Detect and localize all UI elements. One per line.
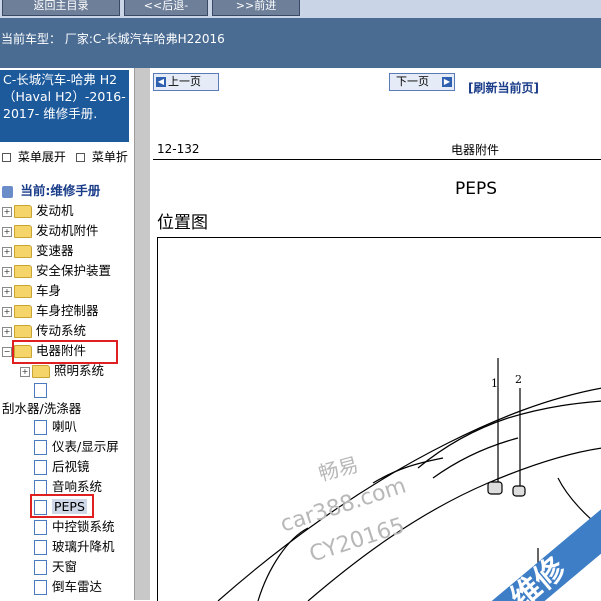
tree-item-mirror[interactable]: 后视镜 (34, 458, 90, 476)
document-title: PEPS (455, 179, 498, 199)
sunroof-outline (417, 400, 601, 469)
folder-icon (14, 205, 32, 218)
folder-icon (14, 285, 32, 298)
page-icon (34, 440, 47, 455)
menu-expand-button[interactable]: 菜单展开 (2, 148, 66, 165)
sidebar-scrollbar[interactable] (134, 68, 150, 600)
pillar-line (257, 527, 309, 601)
highlight-box-electrical (12, 340, 118, 364)
plus-icon: + (2, 286, 12, 297)
back-button[interactable]: <<后退- (124, 0, 208, 16)
highlight-box-peps (30, 494, 94, 518)
manual-title[interactable]: C-长城汽车-哈弗 H2（Haval H2）-2016-2017- 维修手册. (0, 70, 129, 142)
tree-item-engine-accessories[interactable]: + 发动机附件 (2, 222, 99, 240)
expand-icon (2, 153, 11, 162)
callout-label-1: 1 (491, 377, 498, 390)
tree-root[interactable]: 当前:维修手册 (2, 182, 100, 200)
menu-collapse-button[interactable]: 菜单折 (76, 148, 128, 165)
tree-item-lighting[interactable]: + 照明系统 (20, 362, 104, 380)
tree-item-wiper-label[interactable]: 刮水器/洗涤器 (2, 400, 81, 418)
plus-icon: + (2, 206, 12, 217)
header-rule (153, 159, 601, 160)
car-diagram-svg (217, 358, 601, 601)
tree-item-instrument[interactable]: 仪表/显示屏 (34, 438, 119, 456)
location-diagram: 1 2 畅易 car388.com CY20165 维修 (157, 237, 601, 601)
folder-icon (32, 365, 50, 378)
tree-item-reverse-radar[interactable]: 倒车雷达 (34, 578, 102, 596)
tree-item-central-lock[interactable]: 中控锁系统 (34, 518, 115, 536)
tree-item-window-lift[interactable]: 玻璃升降机 (34, 538, 115, 556)
section-title: 电器附件 (451, 143, 500, 157)
plus-icon: + (2, 226, 12, 237)
page-icon (34, 560, 47, 575)
page-icon (34, 383, 47, 398)
tree-item-safety[interactable]: + 安全保护装置 (2, 262, 111, 280)
antenna-1 (487, 481, 503, 495)
current-car-model: 当前车型： 厂家:C-长城汽车哈弗H22016 (1, 32, 225, 46)
folder-icon (14, 305, 32, 318)
tree-item-body-controller[interactable]: + 车身控制器 (2, 302, 99, 320)
forward-button[interactable]: >>前进 (212, 0, 300, 16)
tree-item-horn[interactable]: 喇叭 (34, 418, 77, 436)
plus-icon: + (20, 366, 30, 377)
folder-icon (14, 225, 32, 238)
page-icon (34, 420, 47, 435)
page-icon (34, 460, 47, 475)
page-icon (34, 540, 47, 555)
prev-page-button[interactable]: ◀ 上一页 (153, 73, 219, 91)
minus-icon: − (2, 346, 12, 357)
manual-icon (2, 185, 13, 198)
plus-icon: + (2, 306, 12, 317)
refresh-link[interactable]: [刷新当前页] (468, 79, 539, 96)
page-icon (34, 520, 47, 535)
sidebar: C-长城汽车-哈弗 H2（Haval H2）-2016-2017- 维修手册. … (0, 68, 134, 600)
antenna-2 (512, 485, 526, 497)
tree-item-sunroof[interactable]: 天窗 (34, 558, 77, 576)
top-toolbar: 返回主目录 <<后退- >>前进 (0, 0, 601, 18)
home-button[interactable]: 返回主目录 (2, 0, 120, 16)
plus-icon: + (2, 266, 12, 277)
plus-icon: + (2, 246, 12, 257)
folder-icon (14, 325, 32, 338)
tree-item-engine[interactable]: + 发动机 (2, 202, 74, 220)
page-number: 12-132 (157, 142, 200, 156)
next-page-button[interactable]: ▶ 下一页 (389, 73, 455, 91)
callout-label-2: 2 (515, 373, 522, 386)
collapse-icon (76, 153, 85, 162)
tree-item-wiper-page[interactable] (34, 381, 52, 399)
left-arrow-icon: ◀ (156, 77, 166, 87)
page-icon (34, 480, 47, 495)
tree-item-drivetrain[interactable]: + 传动系统 (2, 322, 86, 340)
right-arrow-icon: ▶ (442, 77, 452, 87)
tree-item-transmission[interactable]: + 变速器 (2, 242, 74, 260)
folder-icon (14, 245, 32, 258)
page-icon (34, 580, 47, 595)
folder-icon (14, 265, 32, 278)
tree-item-body[interactable]: + 车身 (2, 282, 61, 300)
plus-icon: + (2, 326, 12, 337)
document-subtitle: 位置图 (157, 213, 208, 233)
